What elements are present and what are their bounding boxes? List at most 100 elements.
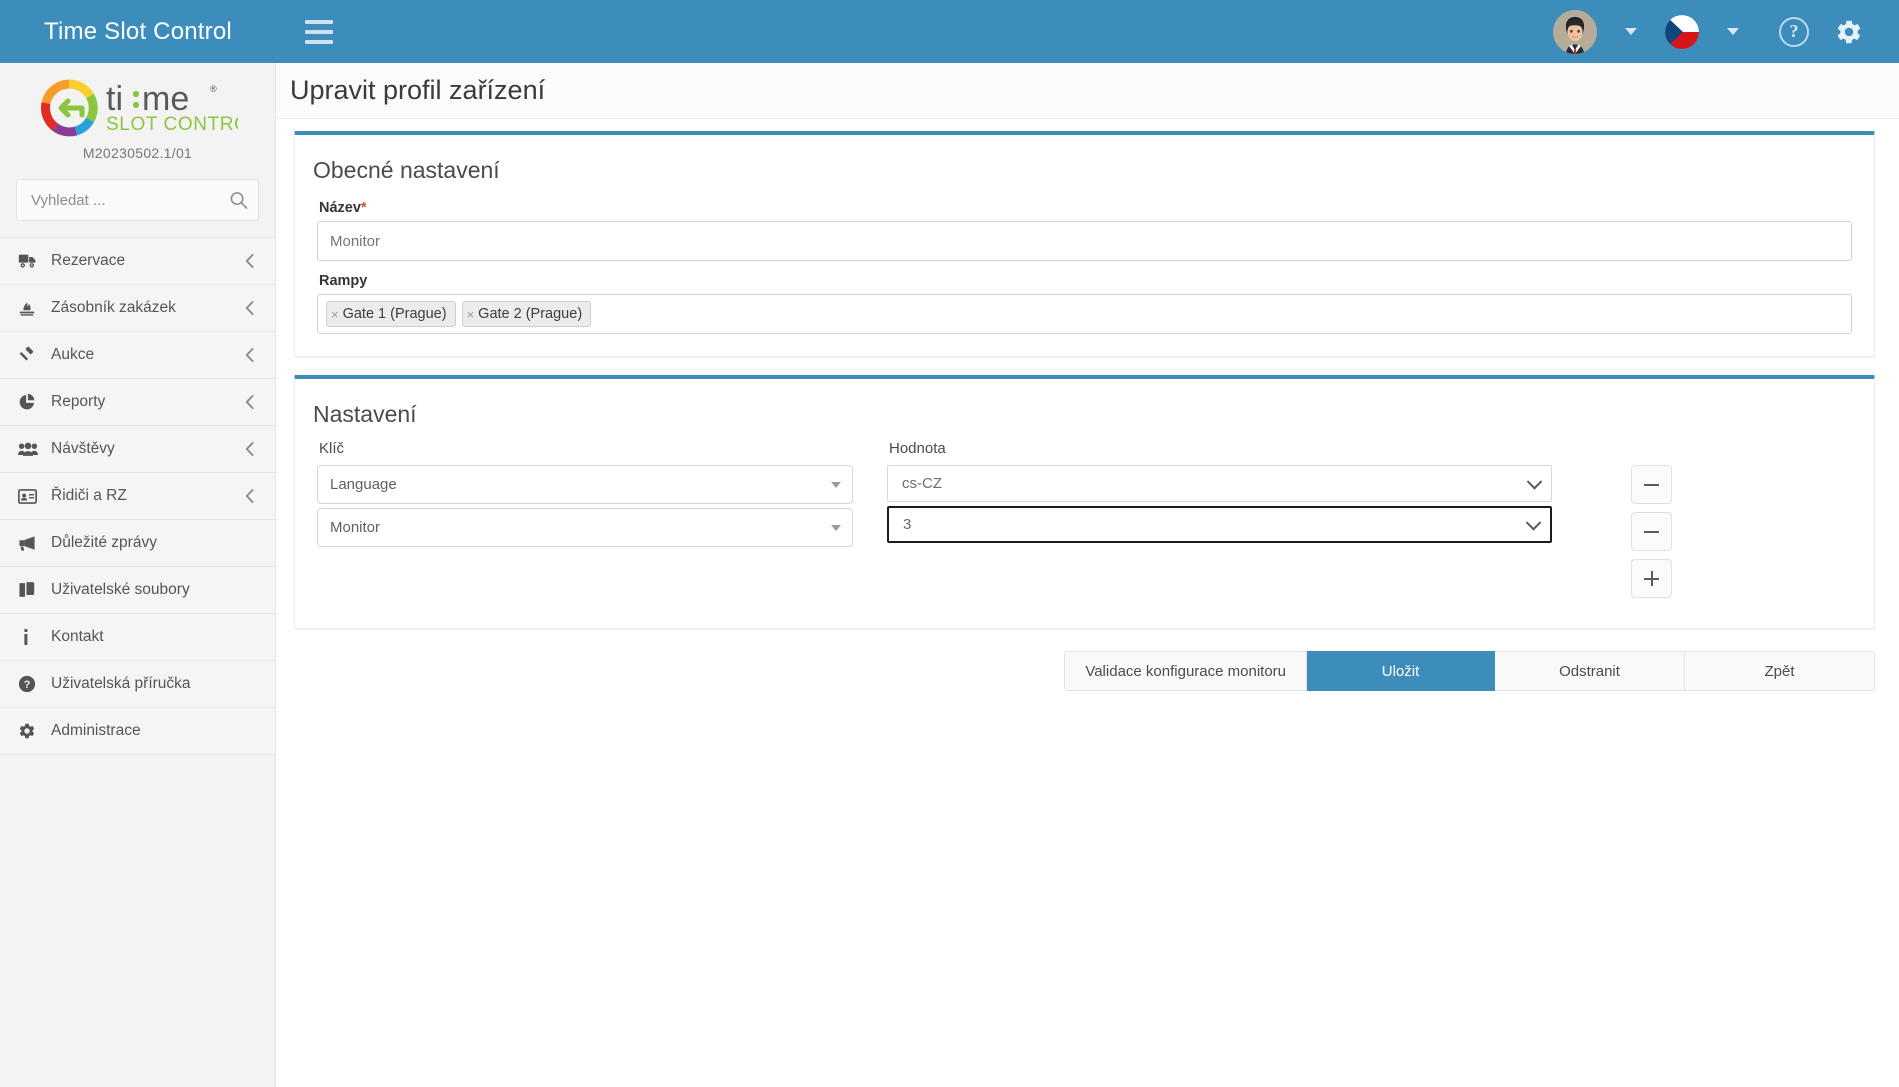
sidebar-item-navstevy[interactable]: Návštěvy [0, 426, 275, 473]
settings-body: Klíč Language Monitor Hodnota cs-CZ 3 [295, 440, 1874, 628]
menu-toggle-icon[interactable] [296, 11, 342, 53]
sidebar-nav: Rezervace Zásobník zakázek Aukce Reporty… [0, 237, 275, 755]
sidebar-item-rezervace[interactable]: Rezervace [0, 238, 275, 285]
chevron-left-icon[interactable] [245, 301, 259, 315]
pie-chart-icon [18, 393, 44, 411]
sidebar-item-label: Rezervace [51, 252, 126, 269]
validate-monitor-config-button[interactable]: Validace konfigurace monitoru [1064, 651, 1307, 691]
app-version: M20230502.1/01 [82, 145, 193, 161]
sidebar-item-label: Důležité zprávy [51, 534, 157, 551]
value-select-value: cs-CZ [902, 475, 942, 492]
cog-icon [18, 722, 44, 740]
info-icon [18, 628, 44, 646]
megaphone-icon [18, 535, 44, 552]
chevron-down-icon [831, 524, 841, 531]
gavel-icon [18, 346, 44, 364]
sidebar-item-label: Kontakt [51, 628, 104, 645]
czech-flag-icon [1665, 14, 1699, 49]
delete-button[interactable]: Odstranit [1495, 651, 1685, 691]
brand-block[interactable]: Time Slot Control [0, 0, 276, 63]
language-menu[interactable] [1659, 0, 1761, 63]
key-select-1[interactable]: Monitor [317, 508, 853, 547]
question-circle-icon: ? [18, 675, 44, 693]
general-settings-card: Obecné nastavení Název* Rampy × Gate 1 (… [294, 131, 1875, 357]
value-select-row: 3 [887, 506, 1552, 543]
settings-value-column: Hodnota cs-CZ 3 [887, 440, 1552, 547]
avatar [1553, 9, 1597, 54]
timeslot-logo-icon [40, 79, 98, 137]
search-icon[interactable] [229, 191, 248, 210]
sidebar-item-aukce[interactable]: Aukce [0, 332, 275, 379]
ramp-tag[interactable]: × Gate 2 (Prague) [461, 301, 592, 327]
sidebar-item-uzivatelske-soubory[interactable]: Uživatelské soubory [0, 567, 275, 614]
truck-icon [18, 253, 44, 269]
chevron-left-icon[interactable] [245, 442, 259, 456]
search-box[interactable] [16, 179, 259, 221]
key-select-row: Monitor [317, 508, 853, 547]
remove-setting-row-1-button[interactable] [1631, 512, 1672, 551]
remove-tag-icon[interactable]: × [467, 308, 475, 321]
add-setting-row-button[interactable] [1631, 559, 1672, 598]
key-column-header: Klíč [319, 440, 345, 457]
ramps-tag-input[interactable]: × Gate 1 (Prague) × Gate 2 (Prague) [317, 294, 1852, 334]
settings-button[interactable] [1835, 0, 1863, 63]
main-content: Upravit profil zařízení Obecné nastavení… [276, 63, 1899, 1087]
chevron-left-icon[interactable] [245, 489, 259, 503]
sidebar-item-label: Aukce [51, 346, 95, 363]
user-menu[interactable] [1547, 0, 1659, 63]
sidebar-item-label: Reporty [51, 393, 106, 410]
logo-row: ti me ® SLOT CONTROL [38, 77, 238, 139]
sidebar-item-reporty[interactable]: Reporty [0, 379, 275, 426]
back-button[interactable]: Zpět [1685, 651, 1875, 691]
help-button[interactable]: ? [1761, 0, 1827, 63]
value-select-row: cs-CZ [887, 465, 1552, 502]
sidebar-item-ridici-a-rz[interactable]: Řidiči a RZ [0, 473, 275, 520]
sidebar-item-administrace[interactable]: Administrace [0, 708, 275, 755]
settings-key-column: Klíč Language Monitor [317, 440, 853, 551]
name-input[interactable] [317, 221, 1852, 261]
remove-setting-row-0-button[interactable] [1631, 465, 1672, 504]
sidebar-item-label: Uživatelská příručka [51, 675, 191, 692]
sidebar-item-dulezite-zpravy[interactable]: Důležité zprávy [0, 520, 275, 567]
key-select-0[interactable]: Language [317, 465, 853, 504]
key-select-value: Language [330, 476, 397, 493]
remove-tag-icon[interactable]: × [331, 308, 339, 321]
settings-card: Nastavení Klíč Language Monitor Hodnota … [294, 375, 1875, 629]
svg-text:me: me [142, 80, 189, 118]
chevron-left-icon[interactable] [245, 348, 259, 362]
sidebar-logo[interactable]: ti me ® SLOT CONTROL M20230502.1/01 [0, 63, 275, 165]
ramp-tag[interactable]: × Gate 1 (Prague) [326, 301, 456, 327]
sidebar-item-label: Administrace [51, 722, 141, 739]
key-select-row: Language [317, 465, 853, 504]
required-marker: * [360, 200, 367, 216]
stack-icon [18, 299, 44, 317]
save-button[interactable]: Uložit [1307, 651, 1495, 691]
sidebar-search [0, 165, 275, 237]
name-field-label: Název* [319, 200, 1852, 216]
chevron-down-icon [831, 481, 841, 488]
sidebar-item-uzivatelska-prirucka[interactable]: ? Uživatelská příručka [0, 661, 275, 708]
chevron-down-icon [1526, 473, 1543, 490]
chevron-down-icon [1525, 514, 1542, 531]
minus-icon [1644, 530, 1659, 533]
app-root: Time Slot Control ? ti me ® SLOT CONTR M… [0, 0, 1899, 1087]
chevron-left-icon[interactable] [245, 254, 259, 268]
chevron-down-icon[interactable] [1625, 28, 1637, 35]
value-select-0[interactable]: cs-CZ [887, 465, 1552, 502]
general-settings-title: Obecné nastavení [313, 157, 500, 183]
brand-title: Time Slot Control [44, 17, 232, 45]
copy-files-icon [18, 581, 44, 599]
value-column-header: Hodnota [889, 440, 946, 457]
search-input[interactable] [17, 180, 258, 220]
sidebar-item-zasobnik-zakazek[interactable]: Zásobník zakázek [0, 285, 275, 332]
minus-icon [1644, 483, 1659, 486]
plus-icon [1644, 571, 1659, 586]
sidebar-item-kontakt[interactable]: Kontakt [0, 614, 275, 661]
ramps-field-label: Rampy [319, 273, 368, 289]
chevron-down-icon[interactable] [1727, 28, 1739, 35]
svg-text:®: ® [210, 84, 217, 94]
chevron-left-icon[interactable] [245, 395, 259, 409]
value-select-1[interactable]: 3 [887, 506, 1552, 543]
sidebar-item-label: Zásobník zakázek [51, 299, 176, 316]
settings-title: Nastavení [313, 401, 417, 427]
